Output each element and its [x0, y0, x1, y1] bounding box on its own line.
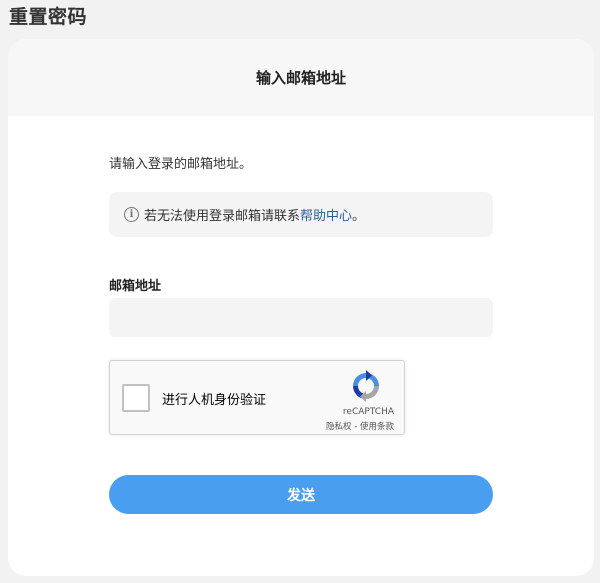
recaptcha-logo-icon — [353, 370, 379, 402]
card-header: 输入邮箱地址 — [8, 39, 594, 116]
help-notice: i 若无法使用登录邮箱请联系 帮助中心 。 — [109, 192, 493, 237]
recaptcha-brand: reCAPTCHA — [342, 407, 394, 417]
send-button[interactable]: 发送 — [109, 475, 493, 514]
info-icon: i — [124, 207, 139, 222]
page-title: 重置密码 — [9, 6, 88, 28]
privacy-link[interactable]: 隐私权 — [326, 422, 352, 432]
notice-text: 若无法使用登录邮箱请联系 — [144, 209, 301, 224]
reset-card: 输入邮箱地址 请输入登录的邮箱地址。 i 若无法使用登录邮箱请联系 帮助中心 。… — [8, 39, 594, 576]
email-field[interactable] — [109, 298, 493, 337]
recaptcha-links: 隐私权 - 使用条款 — [326, 420, 394, 432]
help-center-link[interactable]: 帮助中心 — [300, 205, 352, 224]
recaptcha-label: 进行人机身份验证 — [162, 393, 267, 408]
links-separator: - — [351, 422, 360, 432]
recaptcha-checkbox[interactable] — [122, 384, 150, 412]
recaptcha-widget: 进行人机身份验证 reCAPTCHA 隐私权 - 使用条款 — [109, 360, 405, 435]
terms-link[interactable]: 使用条款 — [360, 422, 394, 432]
instruction-text: 请输入登录的邮箱地址。 — [109, 157, 253, 172]
email-label: 邮箱地址 — [109, 279, 162, 294]
notice-suffix: 。 — [352, 209, 366, 224]
